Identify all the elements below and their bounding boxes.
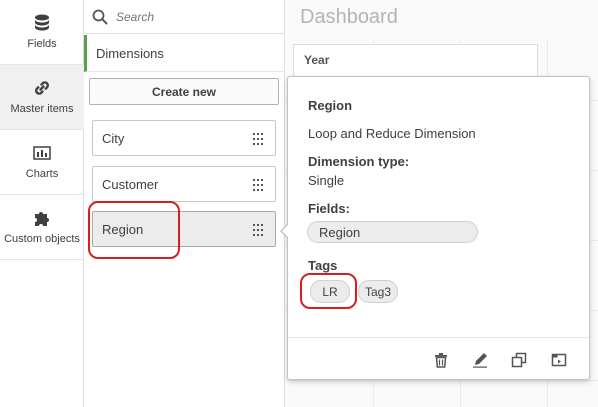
popover-description: Loop and Reduce Dimension (308, 126, 476, 141)
asset-panel: Dimensions Create new City Customer Regi… (84, 0, 285, 407)
drag-handle-icon[interactable] (253, 224, 263, 236)
rail-item-label: Custom objects (4, 233, 80, 245)
dimension-item-customer[interactable]: Customer (92, 166, 276, 202)
fields-label: Fields: (308, 201, 350, 216)
left-rail: Fields Master items Charts Custom object… (0, 0, 84, 407)
drag-handle-icon[interactable] (253, 133, 263, 145)
search-icon (92, 9, 108, 25)
trash-icon[interactable] (433, 352, 449, 368)
dimension-label: City (102, 130, 125, 146)
rail-item-custom-objects[interactable]: Custom objects (0, 195, 84, 260)
rail-item-master-items[interactable]: Master items (0, 65, 84, 130)
dimensions-header[interactable]: Dimensions (84, 35, 285, 72)
search-input[interactable] (116, 9, 266, 24)
grid-line (285, 380, 598, 381)
dimension-type-label: Dimension type: (308, 154, 410, 169)
database-icon (33, 14, 51, 32)
link-icon (33, 79, 51, 97)
page-title: Dashboard (300, 6, 398, 28)
highlight-ring-region (88, 201, 180, 259)
dimension-details-popover: Region Loop and Reduce Dimension Dimensi… (287, 76, 590, 380)
create-new-button[interactable]: Create new (89, 78, 279, 105)
puzzle-icon (33, 209, 51, 227)
popover-footer-divider (288, 337, 589, 338)
dimension-item-city[interactable]: City (92, 120, 276, 156)
bar-chart-icon (33, 144, 51, 162)
highlight-ring-tag (300, 273, 357, 309)
popover-pointer-inner (282, 224, 289, 238)
search-bar (84, 0, 285, 34)
drag-handle-icon[interactable] (253, 179, 263, 191)
export-icon[interactable] (551, 352, 567, 368)
rail-item-label: Master items (10, 103, 74, 115)
table-column-header: Year (304, 53, 330, 67)
tag-chip: Tag3 (358, 280, 398, 303)
rail-item-label: Fields (27, 38, 57, 50)
duplicate-icon[interactable] (511, 352, 527, 368)
dimension-label: Customer (102, 176, 159, 192)
popover-title: Region (308, 98, 353, 113)
field-chip: Region (307, 221, 478, 243)
tags-label: Tags (308, 258, 338, 273)
edit-icon[interactable] (472, 352, 488, 368)
rail-item-charts[interactable]: Charts (0, 130, 84, 195)
rail-item-fields[interactable]: Fields (0, 0, 84, 65)
rail-item-label: Charts (25, 168, 59, 180)
dimension-type-value: Single (308, 173, 345, 188)
